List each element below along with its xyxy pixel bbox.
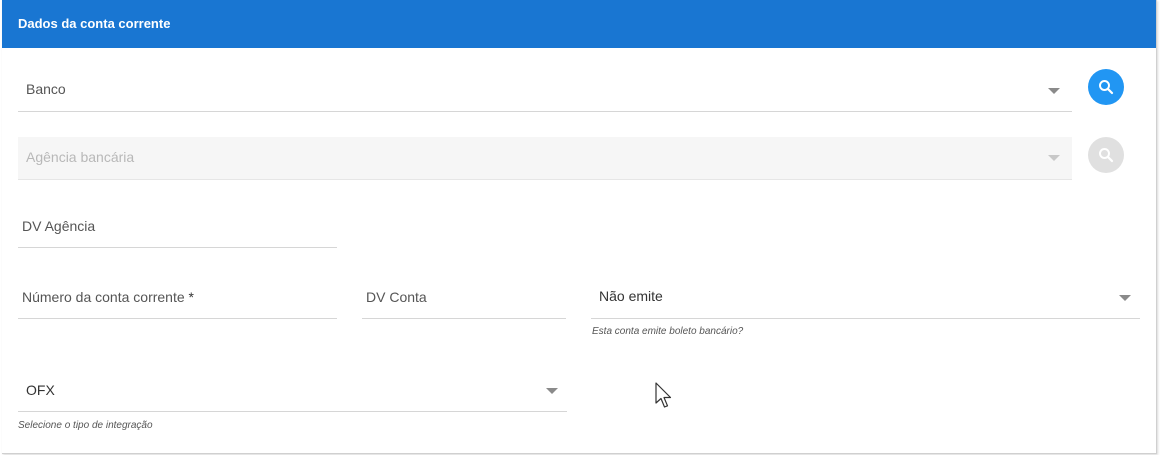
boleto-value: Não emite [599,288,663,304]
numero-conta-label-text: Número da conta corrente [22,289,185,305]
integracao-hint: Selecione o tipo de integração [18,420,153,431]
numero-conta-label: Número da conta corrente * [22,289,194,305]
dv-agencia-label: DV Agência [22,218,96,234]
integracao-value: OFX [26,382,55,398]
agencia-select[interactable]: Agência bancária [18,137,1072,180]
search-icon [1099,80,1114,95]
banco-search-button[interactable] [1088,69,1124,105]
chevron-down-icon [1048,155,1060,161]
agencia-search-button[interactable] [1088,137,1124,173]
dv-agencia-field[interactable]: DV Agência [18,205,337,248]
integracao-select[interactable]: OFX [18,369,567,412]
chevron-down-icon [546,388,558,394]
dv-conta-field[interactable]: DV Conta [362,276,566,319]
banco-label: Banco [26,81,66,97]
agencia-label: Agência bancária [26,149,135,165]
panel-title: Dados da conta corrente [18,16,171,31]
boleto-select[interactable]: Não emite [591,276,1140,319]
chevron-down-icon [1119,295,1131,301]
required-mark: * [188,289,194,305]
panel-header: Dados da conta corrente [2,0,1156,48]
bank-account-panel: Dados da conta corrente Banco Agência ba… [2,0,1157,454]
chevron-down-icon [1048,88,1060,94]
banco-select[interactable]: Banco [18,68,1072,112]
boleto-hint: Esta conta emite boleto bancário? [592,326,744,337]
dv-conta-label: DV Conta [366,289,427,305]
numero-conta-field[interactable]: Número da conta corrente * [18,276,337,319]
mouse-pointer-icon [655,382,672,408]
search-icon [1099,148,1114,163]
